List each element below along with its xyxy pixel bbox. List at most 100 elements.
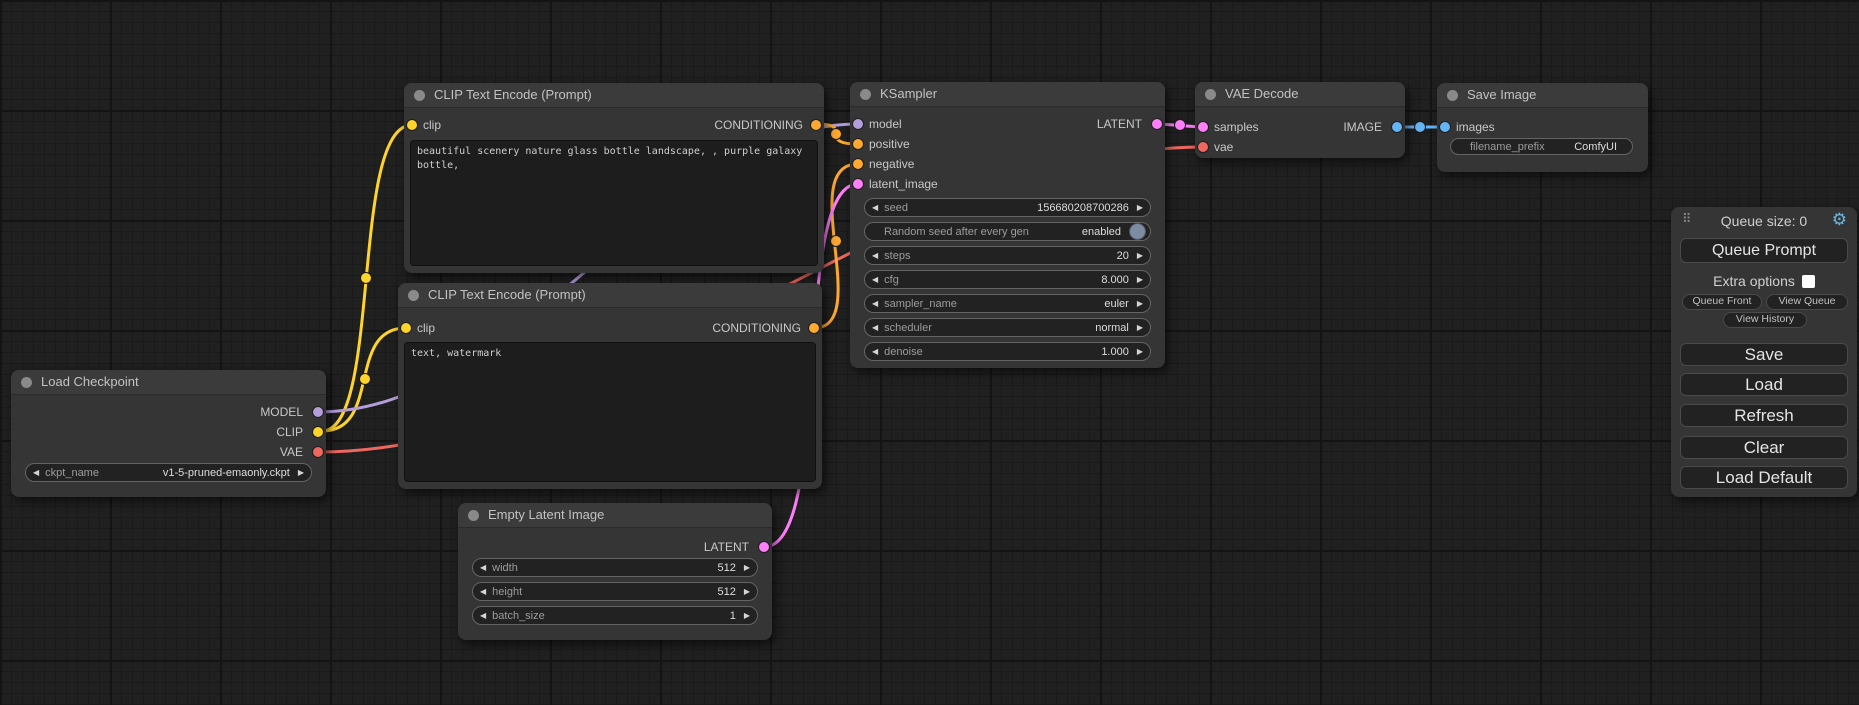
output-slot-conditioning[interactable] xyxy=(811,120,821,130)
decrement-arrow-icon[interactable]: ◀ xyxy=(480,558,486,577)
input-label-clip: clip xyxy=(417,321,435,335)
widget-seed[interactable]: ◀ seed 156680208700286 ▶ xyxy=(864,198,1151,217)
node-vae-decode[interactable]: VAE Decode samples vae IMAGE xyxy=(1195,82,1405,158)
output-slot-image[interactable] xyxy=(1392,122,1402,132)
widget-value: v1-5-pruned-emaonly.ckpt xyxy=(163,467,290,479)
decrement-arrow-icon[interactable]: ◀ xyxy=(872,294,878,313)
output-slot-latent[interactable] xyxy=(759,542,769,552)
node-graph-canvas[interactable]: Load Checkpoint MODEL CLIP VAE ◀ ckpt_na… xyxy=(0,0,1859,705)
increment-arrow-icon[interactable]: ▶ xyxy=(1137,198,1143,217)
increment-arrow-icon[interactable]: ▶ xyxy=(744,558,750,577)
input-slot-images[interactable] xyxy=(1440,122,1450,132)
output-label-model: MODEL xyxy=(260,405,303,419)
widget-random-seed-toggle[interactable]: Random seed after every gen enabled xyxy=(864,222,1151,241)
output-label-image: IMAGE xyxy=(1343,120,1382,134)
widget-value: ComfyUI xyxy=(1574,141,1617,153)
node-empty-latent-image[interactable]: Empty Latent Image LATENT ◀ width 512 ▶ … xyxy=(458,503,772,640)
increment-arrow-icon[interactable]: ▶ xyxy=(1137,246,1143,265)
view-history-button[interactable]: View History xyxy=(1723,312,1807,328)
collapse-dot-icon[interactable] xyxy=(468,510,479,521)
clear-button[interactable]: Clear xyxy=(1680,436,1848,459)
widget-scheduler[interactable]: ◀ scheduler normal ▶ xyxy=(864,318,1151,337)
widget-filename-prefix[interactable]: filename_prefix ComfyUI xyxy=(1450,138,1633,155)
node-clip-text-encode-negative[interactable]: CLIP Text Encode (Prompt) clip CONDITION… xyxy=(398,283,822,489)
node-title: VAE Decode xyxy=(1225,86,1298,101)
widget-height[interactable]: ◀ height 512 ▶ xyxy=(472,582,758,601)
decrement-arrow-icon[interactable]: ◀ xyxy=(872,198,878,217)
input-slot-samples[interactable] xyxy=(1198,122,1208,132)
increment-arrow-icon[interactable]: ▶ xyxy=(1137,270,1143,289)
input-slot-negative[interactable] xyxy=(853,159,863,169)
collapse-dot-icon[interactable] xyxy=(414,90,425,101)
input-slot-clip[interactable] xyxy=(401,323,411,333)
load-button[interactable]: Load xyxy=(1680,373,1848,396)
output-slot-conditioning[interactable] xyxy=(809,323,819,333)
widget-batch-size[interactable]: ◀ batch_size 1 ▶ xyxy=(472,606,758,625)
input-slot-vae[interactable] xyxy=(1198,142,1208,152)
input-slot-positive[interactable] xyxy=(853,139,863,149)
increment-arrow-icon[interactable]: ▶ xyxy=(1137,294,1143,313)
decrement-arrow-icon[interactable]: ◀ xyxy=(480,582,486,601)
collapse-dot-icon[interactable] xyxy=(860,89,871,100)
save-button[interactable]: Save xyxy=(1680,343,1848,366)
output-slot-clip[interactable] xyxy=(313,427,323,437)
input-slot-clip[interactable] xyxy=(407,120,417,130)
widget-label: filename_prefix xyxy=(1470,141,1566,153)
prompt-textarea[interactable]: beautiful scenery nature glass bottle la… xyxy=(410,140,818,266)
increment-arrow-icon[interactable]: ▶ xyxy=(1137,318,1143,337)
node-title-bar[interactable]: Load Checkpoint xyxy=(11,370,326,395)
decrement-arrow-icon[interactable]: ◀ xyxy=(872,342,878,361)
collapse-dot-icon[interactable] xyxy=(1447,90,1458,101)
widget-sampler-name[interactable]: ◀ sampler_name euler ▶ xyxy=(864,294,1151,313)
output-label-clip: CLIP xyxy=(276,425,303,439)
queue-front-button[interactable]: Queue Front xyxy=(1682,294,1762,310)
widget-value: 512 xyxy=(717,586,735,598)
output-slot-latent[interactable] xyxy=(1152,119,1162,129)
increment-arrow-icon[interactable]: ▶ xyxy=(298,463,304,482)
widget-label: scheduler xyxy=(884,322,1087,334)
node-clip-text-encode-positive[interactable]: CLIP Text Encode (Prompt) clip CONDITION… xyxy=(404,83,824,273)
node-title-bar[interactable]: Save Image xyxy=(1437,83,1648,108)
widget-width[interactable]: ◀ width 512 ▶ xyxy=(472,558,758,577)
prompt-textarea[interactable]: text, watermark xyxy=(404,342,816,482)
widget-value: enabled xyxy=(1082,226,1121,238)
widget-value: normal xyxy=(1095,322,1129,334)
view-queue-button[interactable]: View Queue xyxy=(1766,294,1848,310)
node-title-bar[interactable]: VAE Decode xyxy=(1195,82,1405,107)
increment-arrow-icon[interactable]: ▶ xyxy=(744,582,750,601)
node-ksampler[interactable]: KSampler model positive negative latent_… xyxy=(850,82,1165,368)
extra-options-checkbox[interactable] xyxy=(1802,275,1815,288)
widget-label: seed xyxy=(884,202,1029,214)
node-save-image[interactable]: Save Image images filename_prefix ComfyU… xyxy=(1437,83,1648,172)
node-title-bar[interactable]: CLIP Text Encode (Prompt) xyxy=(404,83,824,108)
decrement-arrow-icon[interactable]: ◀ xyxy=(33,463,39,482)
gear-icon[interactable]: ⚙ xyxy=(1832,210,1847,230)
increment-arrow-icon[interactable]: ▶ xyxy=(1137,342,1143,361)
output-slot-vae[interactable] xyxy=(313,447,323,457)
increment-arrow-icon[interactable]: ▶ xyxy=(744,606,750,625)
collapse-dot-icon[interactable] xyxy=(21,377,32,388)
node-title-bar[interactable]: CLIP Text Encode (Prompt) xyxy=(398,283,822,308)
refresh-button[interactable]: Refresh xyxy=(1680,404,1848,427)
input-slot-model[interactable] xyxy=(853,119,863,129)
output-slot-model[interactable] xyxy=(313,407,323,417)
decrement-arrow-icon[interactable]: ◀ xyxy=(872,246,878,265)
output-label-latent: LATENT xyxy=(704,540,749,554)
node-title-bar[interactable]: KSampler xyxy=(850,82,1165,107)
load-default-button[interactable]: Load Default xyxy=(1680,466,1848,489)
node-load-checkpoint[interactable]: Load Checkpoint MODEL CLIP VAE ◀ ckpt_na… xyxy=(11,370,326,497)
input-slot-latent-image[interactable] xyxy=(853,179,863,189)
widget-denoise[interactable]: ◀ denoise 1.000 ▶ xyxy=(864,342,1151,361)
node-title-bar[interactable]: Empty Latent Image xyxy=(458,503,772,528)
widget-steps[interactable]: ◀ steps 20 ▶ xyxy=(864,246,1151,265)
decrement-arrow-icon[interactable]: ◀ xyxy=(480,606,486,625)
widget-ckpt-name[interactable]: ◀ ckpt_name v1-5-pruned-emaonly.ckpt ▶ xyxy=(25,463,312,482)
widget-cfg[interactable]: ◀ cfg 8.000 ▶ xyxy=(864,270,1151,289)
decrement-arrow-icon[interactable]: ◀ xyxy=(872,318,878,337)
queue-prompt-button[interactable]: Queue Prompt xyxy=(1680,238,1848,263)
collapse-dot-icon[interactable] xyxy=(1205,89,1216,100)
decrement-arrow-icon[interactable]: ◀ xyxy=(872,270,878,289)
extra-options-row: Extra options xyxy=(1671,273,1857,289)
toggle-knob-icon[interactable] xyxy=(1129,223,1146,240)
collapse-dot-icon[interactable] xyxy=(408,290,419,301)
